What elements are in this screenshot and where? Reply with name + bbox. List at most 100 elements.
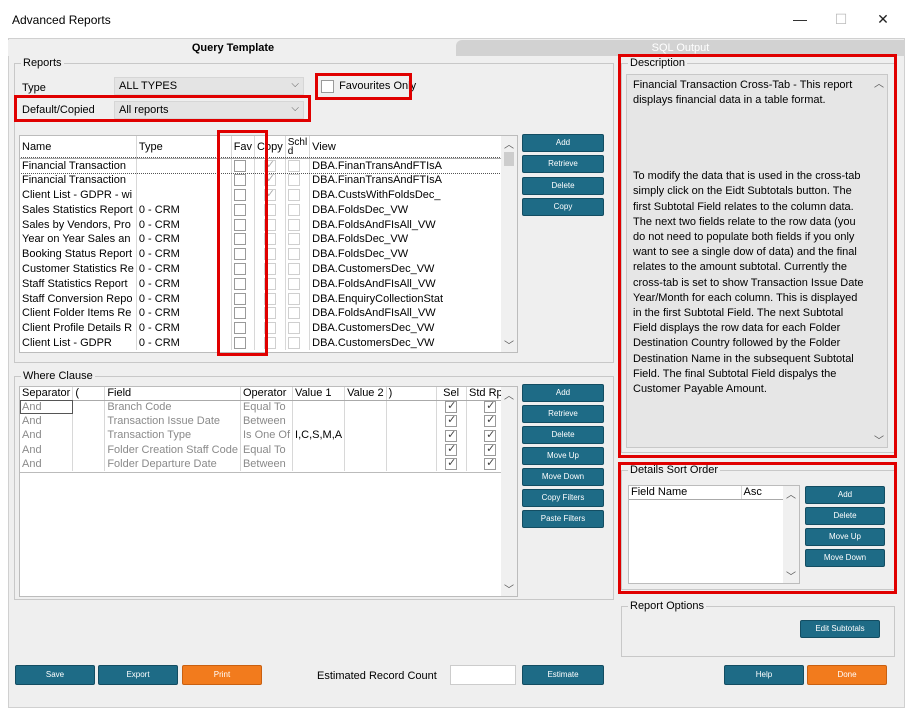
chevron-down-icon[interactable]: ﹀	[871, 432, 887, 447]
col-sel[interactable]: Sel	[436, 387, 467, 401]
where-separator[interactable]: And	[20, 442, 74, 457]
fav-checkbox[interactable]	[233, 218, 246, 231]
report-fav[interactable]	[231, 158, 256, 173]
reports-retrieve-button[interactable]: Retrieve	[522, 155, 604, 173]
print-button[interactable]: Print	[182, 665, 262, 685]
col-name[interactable]: Name	[20, 136, 137, 159]
report-fav[interactable]	[231, 291, 256, 306]
paste-filters-button[interactable]: Paste Filters	[522, 510, 604, 528]
chevron-up-icon[interactable]: ︿	[501, 136, 517, 151]
where-paren-open[interactable]	[72, 456, 106, 471]
table-row[interactable]: Sales by Vendors, Pro 0 - CRM DBA.FoldsAnd…	[20, 217, 517, 232]
fav-checkbox[interactable]	[233, 174, 246, 187]
where-sel[interactable]	[436, 442, 467, 457]
sel-checkbox[interactable]	[445, 457, 458, 470]
table-row[interactable]: Client List - GDPR - wi DBA.CustsWithFold…	[20, 187, 517, 203]
col-separator[interactable]: Separator	[20, 387, 74, 401]
report-fav[interactable]	[231, 305, 256, 321]
where-sel[interactable]	[436, 400, 467, 415]
where-sel[interactable]	[436, 414, 467, 429]
where-paren-open[interactable]	[72, 428, 106, 443]
fav-checkbox[interactable]	[233, 233, 246, 246]
scroll-thumb[interactable]	[504, 152, 514, 166]
where-field[interactable]: Transaction Type	[104, 428, 241, 443]
tab-query-template[interactable]: Query Template	[8, 40, 458, 56]
where-operator[interactable]: Between	[240, 414, 294, 429]
reports-copy-button[interactable]: Copy	[522, 198, 604, 216]
table-row[interactable]: And Transaction Issue Date Between	[20, 414, 515, 429]
where-value1[interactable]	[292, 442, 346, 457]
where-operator[interactable]: Between	[240, 456, 294, 471]
edit-subtotals-button[interactable]: Edit Subtotals	[800, 620, 880, 638]
where-paren-open[interactable]	[72, 400, 106, 415]
where-delete-button[interactable]: Delete	[522, 426, 604, 444]
where-operator[interactable]: Is One Of	[240, 428, 294, 443]
col-value2[interactable]: Value 2	[344, 387, 387, 401]
fav-checkbox[interactable]	[233, 277, 246, 290]
report-fav[interactable]	[231, 246, 256, 262]
table-row[interactable]: Staff Statistics Report 0 - CRM DBA.FoldsA…	[20, 276, 517, 292]
favourites-only-checkbox[interactable]: Favourites Only	[321, 80, 416, 93]
chevron-up-icon[interactable]: ︿	[783, 486, 799, 501]
where-value1[interactable]: I,C,S,M,A	[292, 428, 346, 443]
move-up-button[interactable]: Move Up	[522, 447, 604, 465]
sel-checkbox[interactable]	[445, 414, 458, 428]
std-rpts-checkbox[interactable]	[484, 443, 497, 456]
table-row[interactable]: Customer Statistics Re 0 - CRM DBA.Custome…	[20, 261, 517, 277]
where-add-button[interactable]: Add	[522, 384, 604, 402]
minimize-button[interactable]: —	[785, 8, 815, 30]
chevron-down-icon[interactable]: ﹀	[783, 568, 799, 583]
table-row[interactable]: Client List - GDPR 0 - CRM DBA.CustomersDe…	[20, 335, 517, 351]
sort-move-down-button[interactable]: Move Down	[805, 549, 885, 567]
chevron-down-icon[interactable]: ﹀	[501, 337, 517, 352]
where-separator[interactable]: And	[20, 456, 74, 471]
table-row[interactable]: Client Profile Details R0 - CRM DBA.Custo…	[20, 320, 517, 336]
sel-checkbox[interactable]	[445, 443, 458, 456]
fav-checkbox[interactable]	[233, 189, 246, 202]
col-schld[interactable]: Schl d	[285, 136, 311, 159]
table-row[interactable]: And Branch Code Equal To	[20, 400, 515, 415]
table-row[interactable]: And Folder Departure Date Between	[20, 456, 515, 471]
report-fav[interactable]	[231, 217, 256, 232]
report-fav[interactable]	[231, 172, 256, 188]
where-value1[interactable]	[292, 400, 346, 415]
where-sel[interactable]	[436, 456, 467, 471]
std-rpts-checkbox[interactable]	[484, 428, 497, 442]
reports-delete-button[interactable]: Delete	[522, 177, 604, 195]
where-operator[interactable]: Equal To	[240, 400, 294, 415]
report-fav[interactable]	[231, 320, 256, 336]
where-paren-close[interactable]	[386, 414, 437, 429]
sort-move-up-button[interactable]: Move Up	[805, 528, 885, 546]
fav-checkbox[interactable]	[233, 263, 246, 276]
col-value1[interactable]: Value 1	[292, 387, 346, 401]
where-separator[interactable]: And	[20, 414, 74, 429]
where-value1[interactable]	[292, 414, 346, 429]
where-paren-open[interactable]	[72, 442, 106, 457]
sort-add-button[interactable]: Add	[805, 486, 885, 504]
export-button[interactable]: Export	[98, 665, 178, 685]
where-value1[interactable]	[292, 456, 346, 471]
table-row[interactable]: Financial Transaction DBA.FinanTransAndFT…	[20, 172, 517, 188]
col-fav[interactable]: Fav	[231, 136, 256, 159]
reports-table[interactable]: Name Type Fav Copy Schl d View Financial…	[19, 135, 518, 353]
col-asc[interactable]: Asc	[741, 486, 784, 500]
where-value2[interactable]	[344, 414, 387, 429]
sort-order-table[interactable]: Field Name Asc ︿ ﹀	[628, 485, 800, 584]
table-row[interactable]: And Folder Creation Staff Code Equal To	[20, 442, 515, 457]
fav-checkbox[interactable]	[233, 322, 246, 335]
col-copy[interactable]: Copy	[254, 136, 286, 159]
where-retrieve-button[interactable]: Retrieve	[522, 405, 604, 423]
std-rpts-checkbox[interactable]	[484, 400, 497, 414]
maximize-button[interactable]: ☐	[826, 8, 856, 30]
where-field[interactable]: Transaction Issue Date	[104, 414, 241, 429]
where-paren-close[interactable]	[386, 442, 437, 457]
where-separator[interactable]: And	[20, 428, 74, 443]
where-field[interactable]: Branch Code	[104, 400, 241, 415]
col-paren-open[interactable]: (	[72, 387, 106, 401]
report-fav[interactable]	[231, 261, 256, 277]
table-row[interactable]: Financial Transaction DBA.FinanTransAndFT…	[20, 157, 517, 174]
report-fav[interactable]	[231, 202, 256, 218]
chevron-up-icon[interactable]: ︿	[501, 387, 517, 402]
copy-filters-button[interactable]: Copy Filters	[522, 489, 604, 507]
where-value2[interactable]	[344, 428, 387, 443]
